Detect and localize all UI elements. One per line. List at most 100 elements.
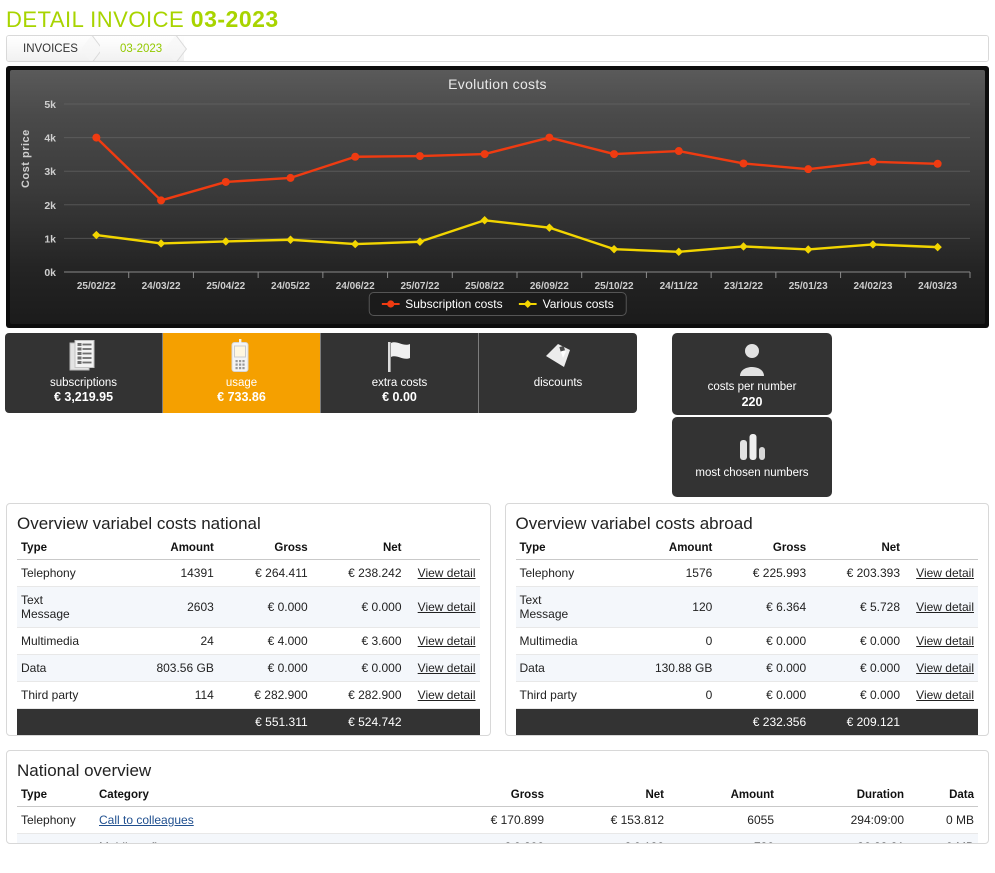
view-detail-link[interactable]: View detail	[418, 634, 476, 648]
mobile-phone-icon	[230, 338, 254, 376]
cell-net: € 0.180	[548, 833, 668, 843]
cell-amount: 1576	[616, 559, 717, 587]
cell-type: Text Message	[17, 586, 118, 628]
col-data: Data	[908, 785, 978, 807]
view-detail-link[interactable]: View detail	[418, 688, 476, 702]
table-total-row: € 232.356 € 209.121	[515, 708, 978, 735]
cell-amount: 730	[668, 833, 778, 843]
view-detail-link[interactable]: View detail	[418, 661, 476, 675]
col-type: Type	[515, 538, 617, 560]
cell-gross: € 170.899	[428, 806, 548, 834]
total-net: € 209.121	[810, 708, 904, 735]
col-type: Type	[17, 785, 95, 807]
col-amount: Amount	[616, 538, 717, 560]
view-detail-link[interactable]: View detail	[916, 661, 974, 675]
tile-value: € 3,219.95	[53, 390, 114, 404]
legend-item-subscription[interactable]: Subscription costs	[381, 297, 503, 311]
total-spacer-amount	[616, 708, 717, 735]
chart-plot: 0k 1k 2k 3k 4k 5k 25/02/22 24/03/22 25/04/22 24/0…	[44, 99, 971, 292]
cell-category: Call to colleagues	[95, 806, 428, 834]
evolution-costs-chart-panel: Evolution costs Cost price 0k 1k 2k 3k 4k 5k 2…	[6, 66, 989, 328]
tile-label: extra costs	[371, 377, 428, 389]
tile-value: € 0.00	[382, 390, 417, 404]
total-gross: € 551.311	[217, 708, 312, 735]
kpi-tiles-left-group: subscriptions € 3,219.95 usage € 733.86 …	[5, 333, 637, 413]
cell-amount: 803.56 GB	[117, 654, 218, 682]
tile-label: subscriptions	[49, 377, 118, 389]
col-action	[904, 538, 978, 560]
cell-amount: 120	[616, 586, 717, 628]
legend-marker-circle-icon	[381, 300, 400, 308]
cell-net: € 238.242	[311, 559, 406, 587]
table-row: Text Message 120 € 6.364 € 5.728 View detail	[515, 586, 978, 628]
view-detail-link[interactable]: View detail	[916, 634, 974, 648]
price-tag-icon	[542, 338, 574, 376]
cell-action: View detail	[904, 586, 978, 628]
kpi-tiles: subscriptions € 3,219.95 usage € 733.86 …	[0, 333, 995, 503]
category-link[interactable]: Call to colleagues	[99, 813, 194, 827]
total-spacer-amount	[117, 708, 218, 735]
chart-legend: Subscription costs Various costs	[368, 292, 627, 316]
invoice-detail-page: DETAIL INVOICE 03-2023 INVOICES 03-2023 …	[0, 0, 995, 873]
table-row: Multimedia 24 € 4.000 € 3.600 View detail	[17, 627, 480, 655]
table-row: Telephony Call to colleagues € 170.899 € 15…	[17, 806, 978, 834]
cell-duration: 36:28:21	[778, 833, 908, 843]
svg-text:25/07/22: 25/07/22	[400, 281, 439, 292]
cell-gross: € 282.900	[217, 681, 312, 709]
variable-costs-cards: Overview variabel costs national Type Am…	[6, 503, 989, 736]
cell-net: € 5.728	[810, 586, 904, 628]
cell-type: Third party	[17, 681, 118, 709]
table-header-row: Type Amount Gross Net	[515, 538, 978, 560]
document-list-icon	[69, 338, 99, 376]
cell-gross: € 264.411	[217, 559, 312, 587]
card-title: Overview variabel costs national	[17, 514, 261, 533]
tile-usage[interactable]: usage € 733.86	[163, 333, 321, 413]
cell-type: Data	[17, 654, 118, 682]
table-total-row: € 551.311 € 524.742	[17, 708, 480, 735]
svg-text:5k: 5k	[44, 99, 56, 111]
person-icon	[737, 341, 767, 381]
cell-gross: € 0.000	[217, 586, 312, 628]
tile-most-chosen-numbers[interactable]: most chosen numbers	[672, 417, 832, 497]
card-national-overview: National overview Type Category Gross Ne…	[6, 750, 989, 844]
tile-extra-costs[interactable]: extra costs € 0.00	[321, 333, 479, 413]
col-gross: Gross	[217, 538, 312, 560]
cell-data: 0 MB	[908, 833, 978, 843]
breadcrumb-item-invoices[interactable]: INVOICES	[7, 36, 100, 61]
cell-amount: 24	[117, 627, 218, 655]
cell-amount: 114	[117, 681, 218, 709]
table-header-row: Type Category Gross Net Amount Duration …	[17, 785, 978, 807]
col-gross: Gross	[716, 538, 811, 560]
col-type: Type	[17, 538, 118, 560]
view-detail-link[interactable]: View detail	[418, 566, 476, 580]
cell-action: View detail	[904, 681, 978, 709]
tile-costs-per-number[interactable]: costs per number 220	[672, 333, 832, 415]
view-detail-link[interactable]: View detail	[916, 688, 974, 702]
national-overview-table: Type Category Gross Net Amount Duration …	[17, 785, 978, 843]
tile-discounts[interactable]: discounts	[479, 333, 637, 413]
view-detail-link[interactable]: View detail	[418, 600, 476, 614]
view-detail-link[interactable]: View detail	[916, 566, 974, 580]
card-title: National overview	[17, 761, 152, 780]
cell-gross: € 225.993	[716, 559, 811, 587]
breadcrumb-item-current[interactable]: 03-2023	[99, 36, 185, 61]
total-spacer	[515, 708, 617, 735]
card-national-variable-costs: Overview variabel costs national Type Am…	[6, 503, 491, 736]
svg-text:26/09/22: 26/09/22	[530, 281, 569, 292]
svg-text:2k: 2k	[44, 200, 56, 212]
view-detail-link[interactable]: View detail	[916, 600, 974, 614]
cell-net: € 3.600	[311, 627, 406, 655]
col-gross: Gross	[428, 785, 548, 807]
svg-text:24/11/22: 24/11/22	[660, 281, 699, 292]
page-title-prefix: DETAIL INVOICE	[6, 7, 185, 32]
svg-text:24/05/22: 24/05/22	[271, 281, 310, 292]
page-title: DETAIL INVOICE 03-2023	[0, 0, 995, 32]
tile-subscriptions[interactable]: subscriptions € 3,219.95	[5, 333, 163, 413]
svg-text:0k: 0k	[44, 267, 56, 279]
total-spacer-action	[405, 708, 480, 735]
breadcrumb-label: 03-2023	[119, 42, 163, 55]
cell-net: € 203.393	[810, 559, 904, 587]
cell-action: View detail	[405, 627, 480, 655]
tile-value: 220	[741, 395, 763, 409]
legend-item-various[interactable]: Various costs	[518, 297, 614, 311]
